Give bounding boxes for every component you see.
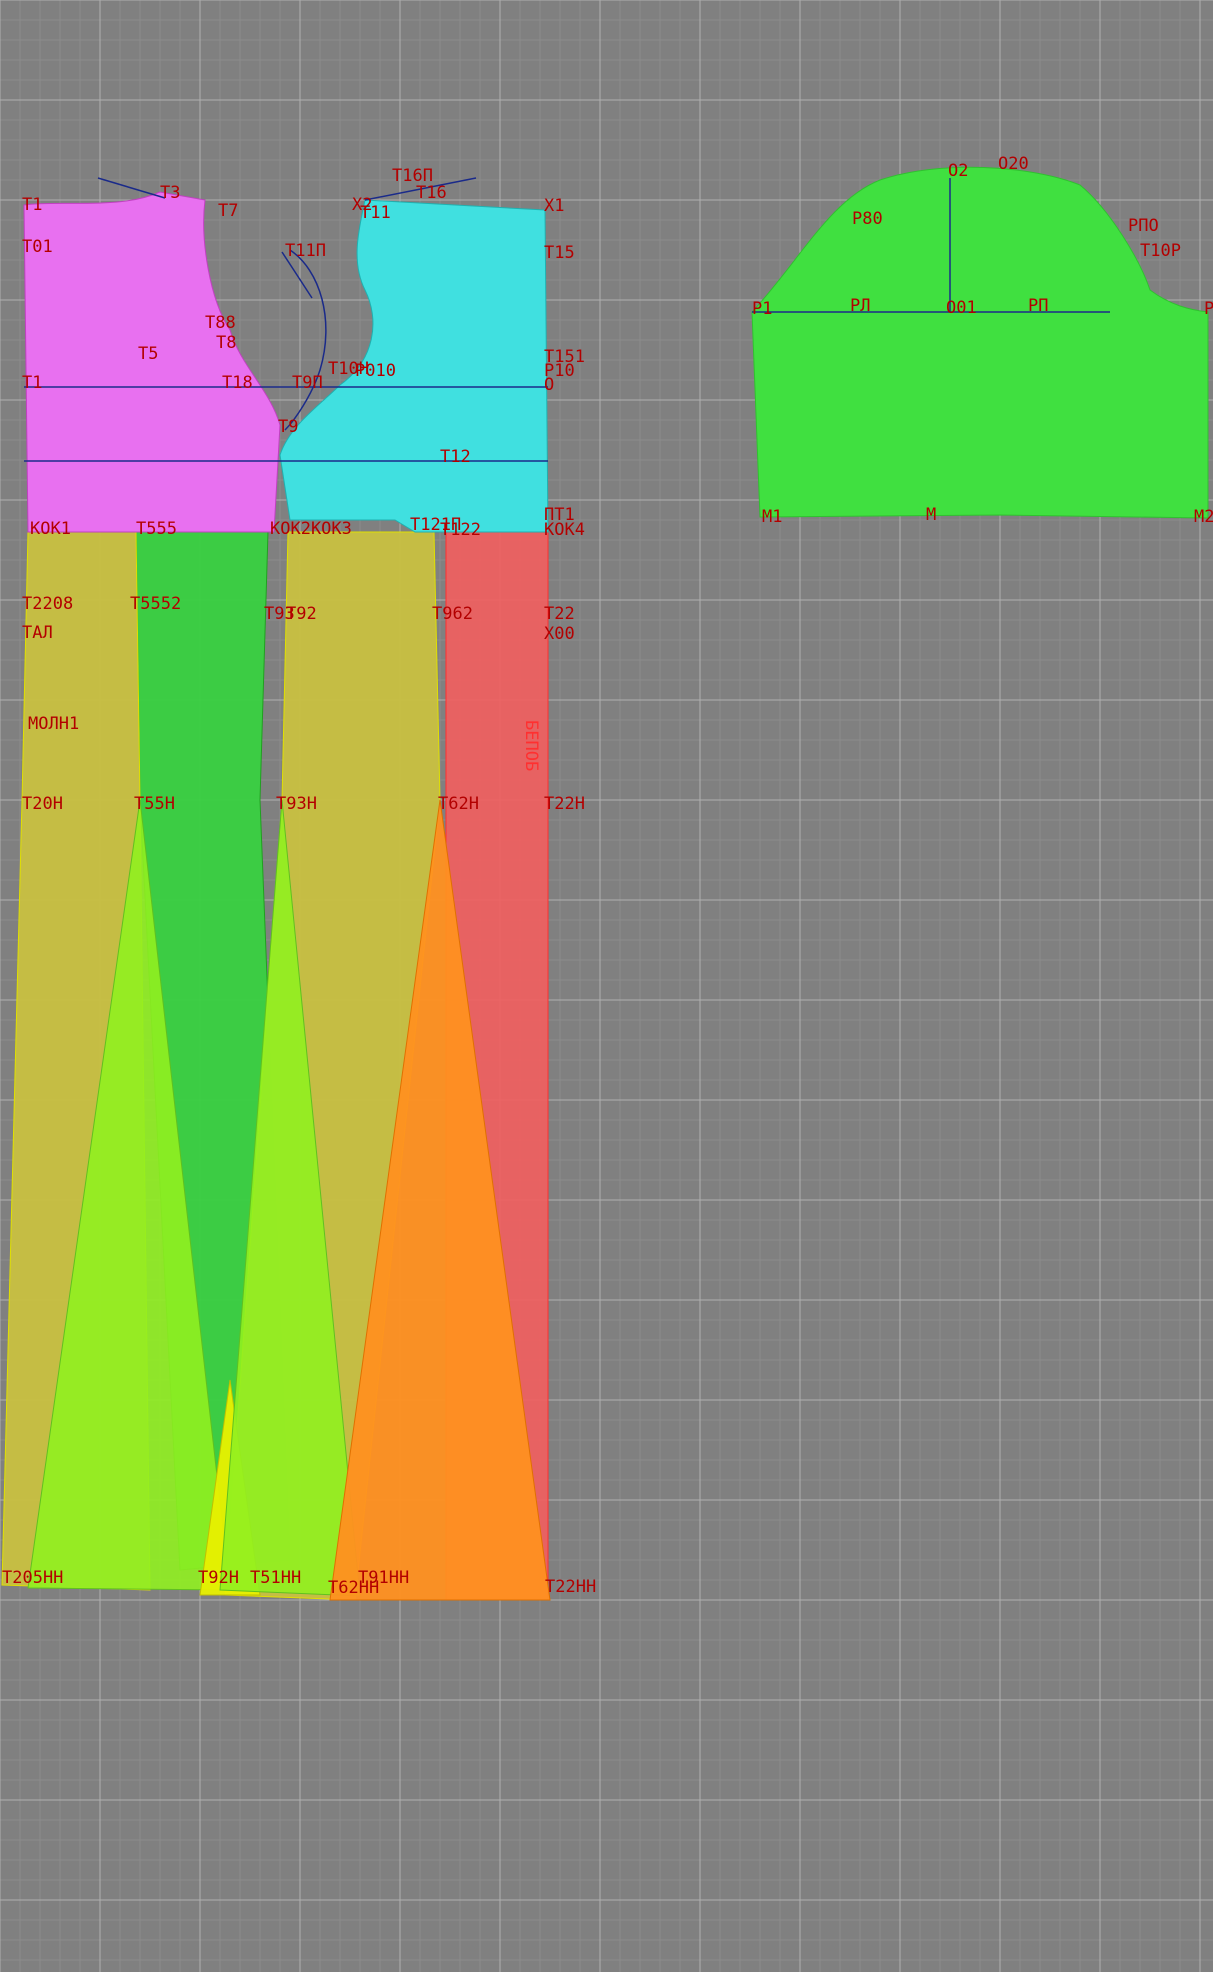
label-t18: T18 bbox=[222, 373, 253, 393]
label-rpo: PПO bbox=[1128, 216, 1159, 236]
label-o01: O01 bbox=[946, 298, 977, 318]
label-t9: T9 bbox=[278, 417, 298, 437]
label-kok1: KOK1 bbox=[30, 519, 71, 539]
label-t11p: T11П bbox=[285, 241, 326, 261]
label-vertical: БЕПОБ bbox=[521, 720, 541, 771]
label-t8: T8 bbox=[216, 333, 236, 353]
label-r2: P bbox=[1204, 299, 1213, 319]
label-t12: T12 bbox=[440, 447, 471, 467]
label-kok4: KOK4 bbox=[544, 520, 585, 540]
label-t1-waist: T1 bbox=[22, 373, 42, 393]
label-t88: T88 bbox=[205, 313, 236, 333]
label-t7: T7 bbox=[218, 201, 238, 221]
label-t62nn: T62HH bbox=[328, 1578, 379, 1598]
label-t55n: T55H bbox=[134, 794, 175, 814]
label-t205hn: T205HH bbox=[2, 1568, 63, 1588]
label-m2: M2 bbox=[1194, 507, 1213, 527]
label-t22n: T22H bbox=[544, 794, 585, 814]
label-t01: T01 bbox=[22, 237, 53, 257]
label-x1: X1 bbox=[544, 196, 564, 216]
label-t62n: T62H bbox=[438, 794, 479, 814]
label-p010: P010 bbox=[355, 361, 396, 381]
label-t9p: T9П bbox=[292, 373, 323, 393]
label-t5: T5 bbox=[138, 344, 158, 364]
label-t92n: T92H bbox=[198, 1568, 239, 1588]
label-kok2kok3: KOK2KOK3 bbox=[270, 519, 352, 539]
pattern-canvas[interactable]: T1 T3 T7 X2 T11 T16П T16 X1 T01 T11П T15… bbox=[0, 0, 1213, 1972]
label-t2208: T2208 bbox=[22, 594, 73, 614]
label-t11: T11 bbox=[360, 203, 391, 223]
label-t122: T122 bbox=[440, 520, 481, 540]
label-rl: PЛ bbox=[850, 296, 870, 316]
label-t92: T92 bbox=[286, 604, 317, 624]
label-t93n: T93H bbox=[276, 794, 317, 814]
label-t555: T555 bbox=[136, 519, 177, 539]
label-t10r: T10P bbox=[1140, 241, 1181, 261]
label-r1: P1 bbox=[752, 299, 772, 319]
label-x00: X00 bbox=[544, 624, 575, 644]
label-t51nn: T51HH bbox=[250, 1568, 301, 1588]
label-t1: T1 bbox=[22, 195, 42, 215]
label-t22nn: T22HH bbox=[545, 1577, 596, 1597]
label-t20n: T20H bbox=[22, 794, 63, 814]
label-m1: M1 bbox=[762, 507, 782, 527]
label-o: O bbox=[544, 375, 554, 395]
label-m: M bbox=[926, 505, 936, 525]
label-molni: MOЛH1 bbox=[28, 714, 79, 734]
label-rp: PП bbox=[1028, 296, 1048, 316]
label-p80: P80 bbox=[852, 209, 883, 229]
label-t3: T3 bbox=[160, 183, 180, 203]
label-o2: O2 bbox=[948, 161, 968, 181]
label-tal: TAЛ bbox=[22, 623, 53, 643]
label-t15: T15 bbox=[544, 243, 575, 263]
label-t22: T22 bbox=[544, 604, 575, 624]
label-t16: T16 bbox=[416, 183, 447, 203]
label-o20: O20 bbox=[998, 154, 1029, 174]
label-t5552: T5552 bbox=[130, 594, 181, 614]
label-t962: T962 bbox=[432, 604, 473, 624]
